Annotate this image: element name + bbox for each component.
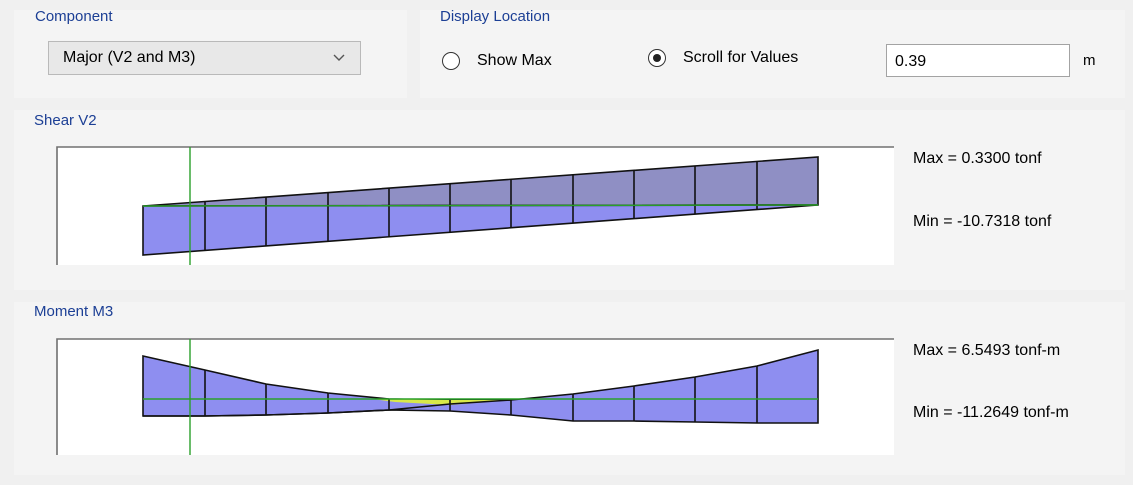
- shear-min-value: Min = -10.7318 tonf: [913, 213, 1052, 230]
- chevron-down-icon: [333, 54, 345, 61]
- location-value-input[interactable]: 0.39: [886, 44, 1070, 77]
- component-group-title: Component: [35, 8, 113, 25]
- shear-diagram: [40, 140, 910, 275]
- radio-show-max-circle[interactable]: [442, 52, 460, 70]
- moment-min-value: Min = -11.2649 tonf-m: [913, 404, 1069, 421]
- location-unit-label: m: [1083, 52, 1096, 69]
- moment-max-value: Max = 6.5493 tonf-m: [913, 342, 1061, 359]
- radio-scroll-for-values-circle[interactable]: [648, 49, 666, 67]
- radio-scroll-for-values-label: Scroll for Values: [683, 49, 799, 66]
- radio-show-max-label: Show Max: [477, 52, 552, 69]
- shear-title: Shear V2: [34, 112, 97, 129]
- moment-title: Moment M3: [34, 303, 114, 320]
- display-location-group-title: Display Location: [440, 8, 551, 25]
- location-value-text: 0.39: [895, 53, 927, 70]
- component-dropdown[interactable]: Major (V2 and M3): [48, 41, 361, 75]
- radio-selected-dot: [652, 53, 661, 62]
- component-dropdown-value: Major (V2 and M3): [63, 49, 196, 66]
- shear-max-value: Max = 0.3300 tonf: [913, 150, 1042, 167]
- moment-diagram: [40, 332, 910, 462]
